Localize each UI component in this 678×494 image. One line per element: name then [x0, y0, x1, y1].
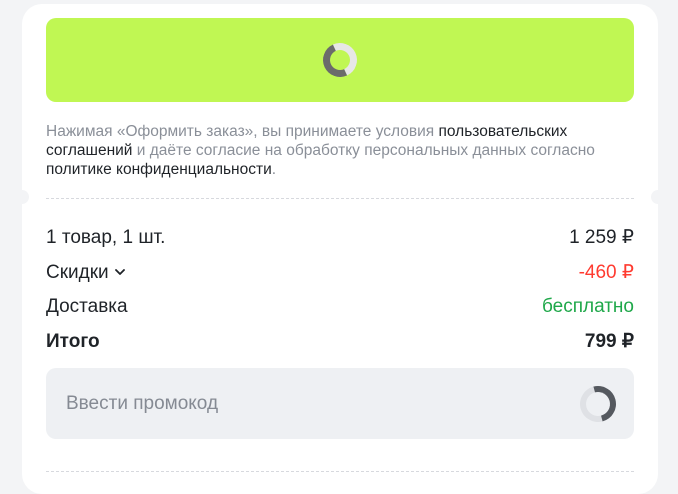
- card-notch-right: [651, 190, 665, 204]
- discount-toggle[interactable]: Скидки: [46, 262, 125, 284]
- promo-code-placeholder: Ввести промокод: [66, 392, 219, 414]
- consent-text-part: .: [271, 161, 277, 178]
- chevron-down-icon: [114, 269, 125, 276]
- total-value: 799 ₽: [584, 331, 634, 352]
- divider: [46, 198, 634, 199]
- consent-text-part: Нажимая «Оформить заказ», вы принимаете …: [46, 123, 439, 140]
- checkout-summary-card: Нажимая «Оформить заказ», вы принимаете …: [15, 4, 665, 494]
- items-row: 1 товар, 1 шт. 1 259 ₽: [46, 226, 634, 249]
- discount-label: Скидки: [46, 261, 109, 283]
- total-label: Итого: [46, 330, 100, 352]
- divider: [46, 471, 634, 472]
- privacy-policy-link[interactable]: политике конфиденциальности: [46, 161, 272, 178]
- card-notch-left: [15, 190, 29, 204]
- total-row: Итого 799 ₽: [46, 330, 634, 353]
- consent-text-part: и даёте согласие на обработку персональн…: [132, 142, 595, 159]
- discount-row: Скидки -460 ₽: [46, 261, 634, 284]
- discount-value: -460 ₽: [578, 262, 634, 283]
- promo-loading-spinner-icon: [573, 378, 623, 429]
- items-value: 1 259 ₽: [569, 227, 634, 248]
- consent-text: Нажимая «Оформить заказ», вы принимаете …: [46, 122, 646, 179]
- place-order-button[interactable]: [46, 18, 634, 102]
- delivery-row: Доставка бесплатно: [46, 296, 634, 318]
- items-label: 1 товар, 1 шт.: [46, 226, 166, 248]
- delivery-label: Доставка: [46, 296, 128, 317]
- promo-code-field[interactable]: Ввести промокод: [46, 368, 634, 439]
- loading-spinner-icon: [318, 38, 362, 82]
- delivery-value: бесплатно: [541, 296, 634, 317]
